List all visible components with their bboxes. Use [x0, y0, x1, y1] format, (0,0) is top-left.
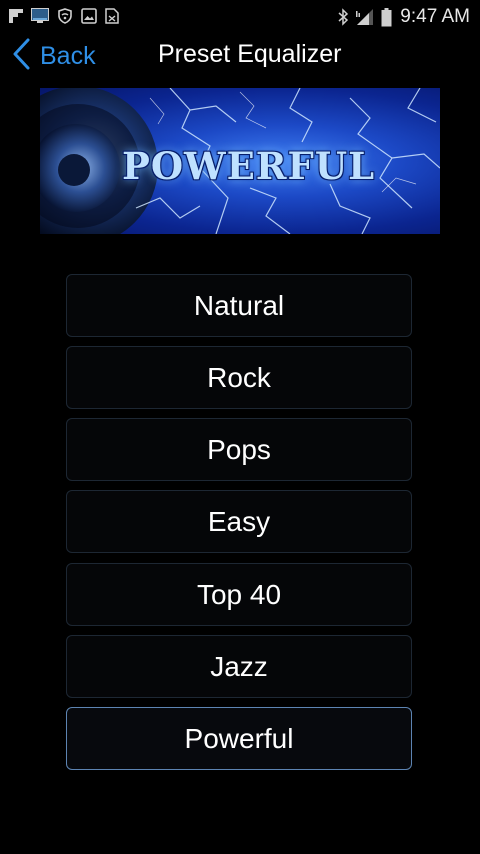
image-icon [81, 8, 97, 24]
app-header: Back Preset Equalizer [0, 34, 480, 78]
monitor-icon [31, 8, 49, 24]
status-time: 9:47 AM [400, 6, 470, 27]
preset-powerful-button[interactable]: Powerful [66, 707, 412, 770]
status-bar-system: 9:47 AM [337, 5, 470, 29]
back-label: Back [40, 41, 96, 70]
preset-natural-button[interactable]: Natural [66, 274, 412, 337]
preset-top40-button[interactable]: Top 40 [66, 563, 412, 626]
signal-icon [355, 8, 375, 26]
status-bar-notifications [9, 8, 119, 24]
chevron-left-icon [12, 38, 32, 75]
shield-icon [57, 8, 73, 24]
battery-icon [381, 7, 392, 27]
flipboard-icon [9, 9, 23, 23]
preset-banner-image: POWERFUL [40, 88, 440, 234]
page-title: Preset Equalizer [158, 40, 342, 68]
back-button[interactable]: Back [12, 38, 96, 74]
status-bar: 9:47 AM [0, 0, 480, 34]
preset-rock-button[interactable]: Rock [66, 346, 412, 409]
bluetooth-icon [337, 8, 349, 26]
preset-easy-button[interactable]: Easy [66, 490, 412, 553]
banner-title: POWERFUL [122, 144, 376, 188]
preset-pops-button[interactable]: Pops [66, 418, 412, 481]
file-icon [105, 8, 119, 24]
preset-jazz-button[interactable]: Jazz [66, 635, 412, 698]
